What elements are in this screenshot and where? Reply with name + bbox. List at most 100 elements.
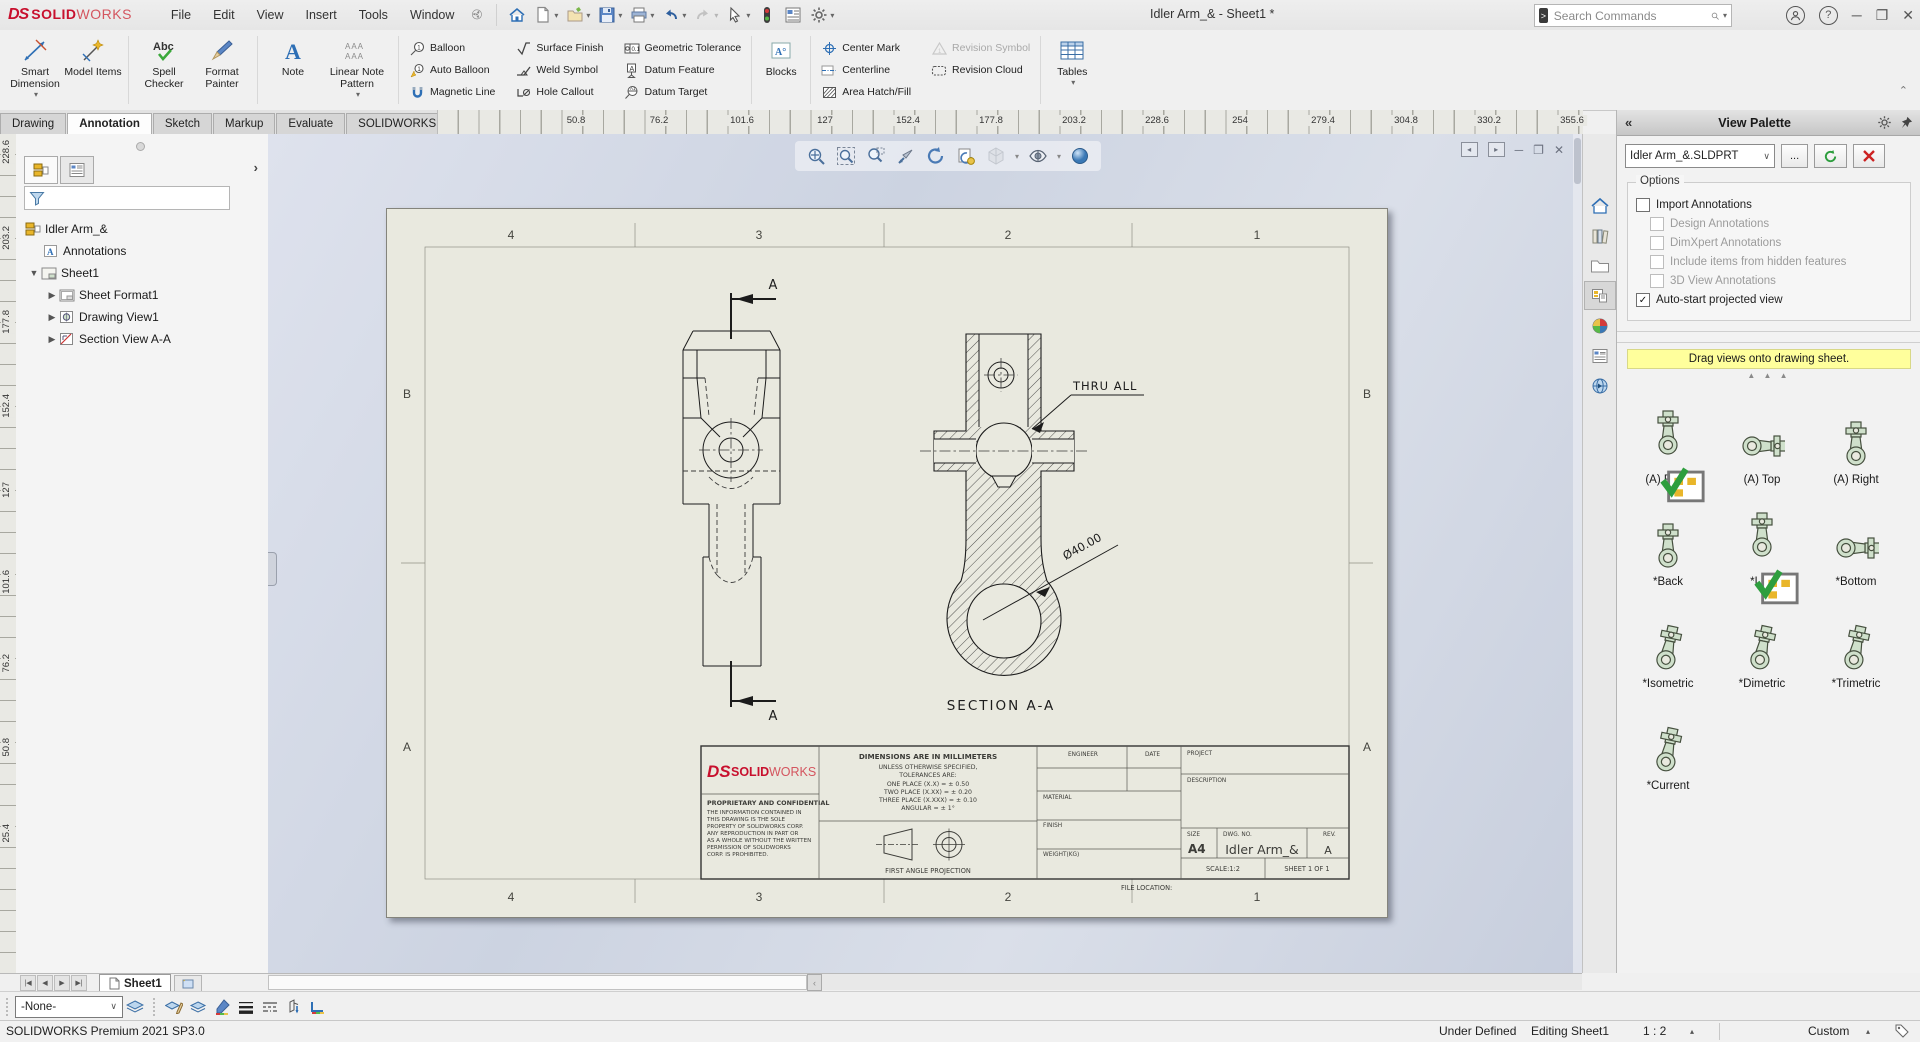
rotate-view-icon[interactable] [925,145,947,167]
tab-evaluate[interactable]: Evaluate [276,113,346,134]
hide-edge-icon[interactable] [282,996,306,1018]
tab-markup[interactable]: Markup [213,113,276,134]
appearances-icon[interactable] [1584,311,1616,340]
checkbox-include-hidden-features[interactable]: Include items from hidden features [1650,255,1902,269]
drawing-view-front[interactable]: A A [682,278,781,724]
view-thumbnail[interactable]: (A) Top [1715,386,1809,488]
graphics-viewport[interactable]: ▾ ▾ ◂ ▸ ─ ❐ ✕ 4 3 2 1 4 3 2 1 B A B A A … [268,134,1582,973]
geometric-tolerance-button[interactable]: 0.1 Geometric Tolerance [620,37,746,59]
hide-show-items-icon[interactable] [1027,145,1049,167]
minimize-icon[interactable]: ─ [1852,7,1862,23]
spell-checker-button[interactable]: Abc Spell Checker [135,34,193,90]
diameter-dimension[interactable]: Ø40.00 [1060,530,1104,563]
doc-restore-icon[interactable]: ❐ [1533,143,1544,157]
datum-feature-button[interactable]: A Datum Feature [620,59,746,81]
home-button[interactable] [505,4,529,26]
layer-dropdown[interactable]: -None- ∨ [15,995,123,1018]
blocks-button[interactable]: A° Blocks [758,34,804,78]
view-thumbnail[interactable]: *Left [1715,488,1809,605]
surface-finish-button[interactable]: Surface Finish [511,37,607,59]
next-sheet-button[interactable]: ▶ [54,975,70,991]
smart-dimension-caret[interactable]: ▾ [34,90,38,99]
save-button[interactable]: ▾ [595,4,625,26]
forum-icon[interactable] [1584,371,1616,400]
tab-drawing[interactable]: Drawing [0,113,67,134]
units-status[interactable]: Custom [1808,1024,1849,1038]
user-account-icon[interactable] [1785,5,1805,25]
search-input[interactable] [1551,7,1711,24]
linear-note-pattern-caret[interactable]: ▾ [356,90,360,99]
browse-button[interactable]: ... [1781,144,1809,168]
doc-previous-icon[interactable]: ◂ [1460,142,1478,157]
menu-item[interactable]: Tools [348,3,399,27]
view-thumbnail[interactable]: *Trimetric [1809,590,1903,692]
line-color-icon[interactable] [210,996,234,1018]
tree-item-annotations[interactable]: A Annotations [16,240,268,262]
scale-caret-icon[interactable]: ▴ [1690,1027,1694,1036]
menu-item[interactable]: View [246,3,295,27]
revision-symbol-button[interactable]: 1 Revision Symbol [927,37,1034,59]
expand-arrow-icon[interactable]: ▶ [16,334,58,345]
vertical-scrollbar[interactable] [1573,134,1582,973]
drawing-view-section[interactable]: THRU ALL Ø40.00 SECTION A-A [920,333,1144,714]
tree-item-sheet1[interactable]: ▼ Sheet1 [16,262,268,284]
display-style-icon[interactable] [985,145,1007,167]
smart-dimension-button[interactable]: Smart Dimension ▾ [6,34,64,99]
tree-item-drawing-view1[interactable]: ▶ Drawing View1 [16,306,268,328]
ribbon-collapse-chevron-icon[interactable]: ⌃ [1899,84,1908,97]
palette-splitter[interactable] [1617,331,1920,343]
datum-target-button[interactable]: A1 Datum Target [620,81,746,103]
selection-filter-toggle-icon[interactable] [755,4,779,26]
menu-item[interactable]: Window [399,3,465,27]
view-thumbnail[interactable]: (A) Right [1809,386,1903,488]
previous-view-icon[interactable] [895,145,917,167]
tree-item-sheet-format1[interactable]: ▶ Sheet Format1 [16,284,268,306]
search-options-caret[interactable]: ▾ [1723,11,1727,20]
hide-show-caret[interactable]: ▾ [1057,152,1061,161]
prev-sheet-button[interactable]: ◀ [37,975,53,991]
refresh-button[interactable] [1814,144,1848,168]
add-sheet-button[interactable] [173,975,202,991]
panel-pin-icon[interactable] [1900,116,1913,129]
line-thickness-icon[interactable] [234,996,258,1018]
print-button[interactable]: ▾ [627,4,657,26]
search-commands-box[interactable]: > ▾ [1534,4,1732,27]
note-button[interactable]: A Note [264,34,322,78]
tree-item-section-view[interactable]: ▶ Section View A-A [16,328,268,350]
view-thumbnail[interactable]: (A) Front [1621,386,1715,503]
model-items-button[interactable]: Model Items [64,34,122,78]
weld-symbol-button[interactable]: Weld Symbol [511,59,607,81]
featuremanager-tree-tab[interactable] [24,156,58,184]
restore-icon[interactable]: ❐ [1876,7,1889,24]
expand-arrow-icon[interactable]: ▶ [16,290,58,301]
last-sheet-button[interactable]: ▶| [71,975,87,991]
auto-balloon-button[interactable]: 1 Auto Balloon [405,59,499,81]
linear-note-pattern-button[interactable]: AAA AAA Linear Note Pattern ▾ [322,34,392,99]
help-icon[interactable]: ? [1818,5,1838,25]
display-style-caret[interactable]: ▾ [1015,152,1019,161]
options-gear-button[interactable]: ▾ [807,4,837,26]
area-hatch-fill-button[interactable]: Area Hatch/Fill [817,81,915,103]
tab-sketch[interactable]: Sketch [152,113,213,134]
search-icon[interactable] [1711,9,1719,23]
zoom-to-area-icon[interactable] [865,145,887,167]
tags-icon[interactable] [1894,1023,1910,1039]
view-palette-tab-icon[interactable] [1584,281,1616,310]
checkbox-import-annotations[interactable]: Import Annotations [1636,198,1902,212]
doc-close-icon[interactable]: ✕ [1554,143,1564,157]
panel-edge-splitter[interactable] [268,552,277,586]
center-mark-button[interactable]: Center Mark [817,37,915,59]
panel-splitter-handle[interactable] [136,142,145,151]
select-cursor-button[interactable]: ▾ [723,4,753,26]
display-pane-button[interactable] [781,4,805,26]
menu-item[interactable]: File [160,3,202,27]
property-manager-tab[interactable] [60,156,94,184]
units-caret-icon[interactable]: ▴ [1866,1027,1870,1036]
panel-expand-chevron-icon[interactable]: › [254,160,258,175]
tables-caret[interactable]: ▾ [1071,78,1075,87]
open-button[interactable]: ▾ [563,4,593,26]
view-thumbnail[interactable]: *Isometric [1621,590,1715,692]
expand-arrow-icon[interactable]: ▶ [16,312,58,323]
color-display-mode-icon[interactable] [306,996,330,1018]
line-style-icon[interactable] [258,996,282,1018]
